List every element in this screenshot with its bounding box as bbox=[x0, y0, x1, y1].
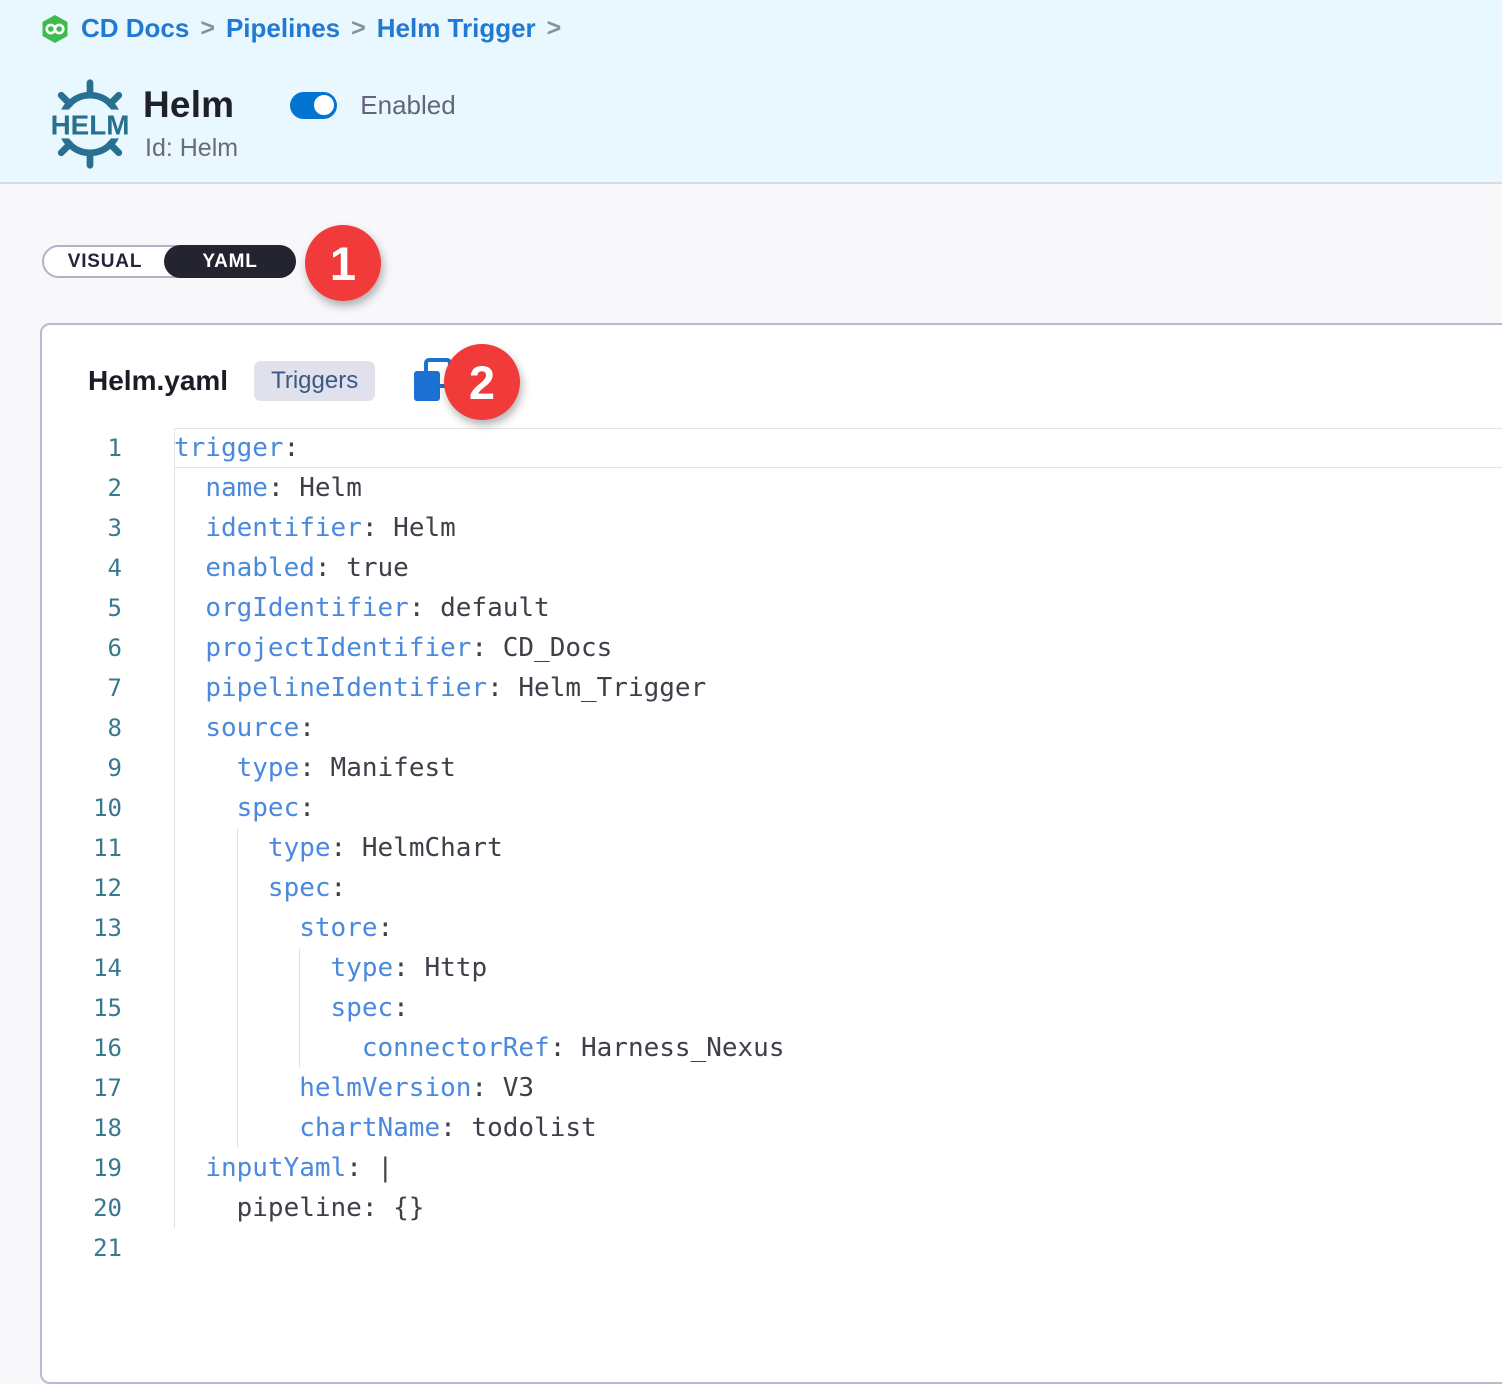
line-number: 5 bbox=[42, 588, 122, 628]
annotation-step-1: 1 bbox=[305, 225, 381, 301]
code-line[interactable]: 5 orgIdentifier: default bbox=[42, 588, 1502, 628]
breadcrumb-link-cd-docs[interactable]: CD Docs bbox=[81, 13, 189, 44]
page: { "breadcrumb": { "items": [ {"label": "… bbox=[0, 0, 1502, 1366]
view-mode-switcher: VISUAL YAML bbox=[42, 245, 296, 278]
line-number: 18 bbox=[42, 1108, 122, 1148]
code-line[interactable]: 14 type: Http bbox=[42, 948, 1502, 988]
code-line-content[interactable]: identifier: Helm bbox=[174, 508, 1502, 548]
line-number: 19 bbox=[42, 1148, 122, 1188]
code-line-content[interactable]: connectorRef: Harness_Nexus bbox=[174, 1028, 1502, 1068]
line-number: 20 bbox=[42, 1188, 122, 1228]
code-line[interactable]: 8 source: bbox=[42, 708, 1502, 748]
code-line-content[interactable]: projectIdentifier: CD_Docs bbox=[174, 628, 1502, 668]
line-number: 4 bbox=[42, 548, 122, 588]
code-line[interactable]: 9 type: Manifest bbox=[42, 748, 1502, 788]
code-line[interactable]: 10 spec: bbox=[42, 788, 1502, 828]
code-line[interactable]: 16 connectorRef: Harness_Nexus bbox=[42, 1028, 1502, 1068]
code-line[interactable]: 7 pipelineIdentifier: Helm_Trigger bbox=[42, 668, 1502, 708]
yaml-panel: Helm.yaml Triggers 1trigger:2 name: Helm… bbox=[40, 323, 1502, 1384]
breadcrumb-link-helm-trigger[interactable]: Helm Trigger bbox=[377, 13, 536, 44]
line-number: 10 bbox=[42, 788, 122, 828]
code-line-content[interactable]: spec: bbox=[174, 868, 1502, 908]
line-number: 7 bbox=[42, 668, 122, 708]
code-line[interactable]: 4 enabled: true bbox=[42, 548, 1502, 588]
line-number: 8 bbox=[42, 708, 122, 748]
line-number: 9 bbox=[42, 748, 122, 788]
toggle-knob bbox=[312, 93, 336, 117]
svg-text:HELM: HELM bbox=[51, 110, 130, 141]
code-line-content[interactable]: store: bbox=[174, 908, 1502, 948]
code-line-content[interactable]: pipeline: {} bbox=[174, 1188, 1502, 1228]
entity-type-badge: Triggers bbox=[254, 361, 375, 401]
code-line-content[interactable] bbox=[174, 1228, 1502, 1268]
line-number: 12 bbox=[42, 868, 122, 908]
annotation-step-2: 2 bbox=[444, 344, 520, 420]
line-number: 2 bbox=[42, 468, 122, 508]
code-line[interactable]: 12 spec: bbox=[42, 868, 1502, 908]
yaml-file-name: Helm.yaml bbox=[88, 365, 228, 397]
page-header: CD Docs > Pipelines > Helm Trigger > HEL… bbox=[0, 0, 1502, 184]
trigger-id-text: Id: Helm bbox=[145, 134, 238, 163]
code-line-content[interactable]: source: bbox=[174, 708, 1502, 748]
code-line[interactable]: 17 helmVersion: V3 bbox=[42, 1068, 1502, 1108]
code-line-content[interactable]: enabled: true bbox=[174, 548, 1502, 588]
code-line-content[interactable]: type: Manifest bbox=[174, 748, 1502, 788]
code-line-content[interactable]: orgIdentifier: default bbox=[174, 588, 1502, 628]
code-line[interactable]: 6 projectIdentifier: CD_Docs bbox=[42, 628, 1502, 668]
code-line[interactable]: 1 trigger: bbox=[42, 428, 1502, 468]
code-line[interactable]: 19 inputYaml: | bbox=[42, 1148, 1502, 1188]
helm-logo-icon: HELM bbox=[42, 76, 138, 177]
breadcrumb-link-pipelines[interactable]: Pipelines bbox=[226, 13, 340, 44]
enabled-toggle[interactable] bbox=[290, 92, 337, 119]
tab-visual[interactable]: VISUAL bbox=[44, 247, 166, 276]
breadcrumb-separator: > bbox=[547, 14, 562, 43]
line-number: 14 bbox=[42, 948, 122, 988]
line-number: 1 bbox=[42, 428, 122, 468]
code-line-content[interactable]: inputYaml: | bbox=[174, 1148, 1502, 1188]
code-line[interactable]: 13 store: bbox=[42, 908, 1502, 948]
code-line-content[interactable]: chartName: todolist bbox=[174, 1108, 1502, 1148]
breadcrumb: CD Docs > Pipelines > Helm Trigger > bbox=[40, 13, 561, 44]
code-line[interactable]: 21 bbox=[42, 1228, 1502, 1268]
code-line-content[interactable]: name: Helm bbox=[174, 468, 1502, 508]
line-number: 21 bbox=[42, 1228, 122, 1268]
code-line-content[interactable]: helmVersion: V3 bbox=[174, 1068, 1502, 1108]
code-line-content[interactable]: trigger: bbox=[174, 428, 1502, 468]
page-title: Helm bbox=[143, 84, 234, 126]
line-number: 11 bbox=[42, 828, 122, 868]
code-line-content[interactable]: spec: bbox=[174, 988, 1502, 1028]
code-line[interactable]: 3 identifier: Helm bbox=[42, 508, 1502, 548]
breadcrumb-separator: > bbox=[351, 14, 366, 43]
enabled-label: Enabled bbox=[360, 90, 455, 121]
code-line-content[interactable]: type: Http bbox=[174, 948, 1502, 988]
yaml-editor[interactable]: 1trigger:2 name: Helm3 identifier: Helm4… bbox=[42, 428, 1502, 1382]
line-number: 17 bbox=[42, 1068, 122, 1108]
line-number: 16 bbox=[42, 1028, 122, 1068]
code-line-content[interactable]: type: HelmChart bbox=[174, 828, 1502, 868]
code-line[interactable]: 20 pipeline: {} bbox=[42, 1188, 1502, 1228]
code-line[interactable]: 11 type: HelmChart bbox=[42, 828, 1502, 868]
line-number: 3 bbox=[42, 508, 122, 548]
code-line[interactable]: 15 spec: bbox=[42, 988, 1502, 1028]
code-line[interactable]: 18 chartName: todolist bbox=[42, 1108, 1502, 1148]
code-line-content[interactable]: pipelineIdentifier: Helm_Trigger bbox=[174, 668, 1502, 708]
line-number: 13 bbox=[42, 908, 122, 948]
line-number: 6 bbox=[42, 628, 122, 668]
breadcrumb-separator: > bbox=[200, 14, 215, 43]
tab-yaml[interactable]: YAML bbox=[164, 245, 296, 278]
line-number: 15 bbox=[42, 988, 122, 1028]
code-line[interactable]: 2 name: Helm bbox=[42, 468, 1502, 508]
cd-module-icon bbox=[40, 14, 70, 44]
yaml-panel-header: Helm.yaml Triggers bbox=[88, 355, 457, 407]
code-line-content[interactable]: spec: bbox=[174, 788, 1502, 828]
